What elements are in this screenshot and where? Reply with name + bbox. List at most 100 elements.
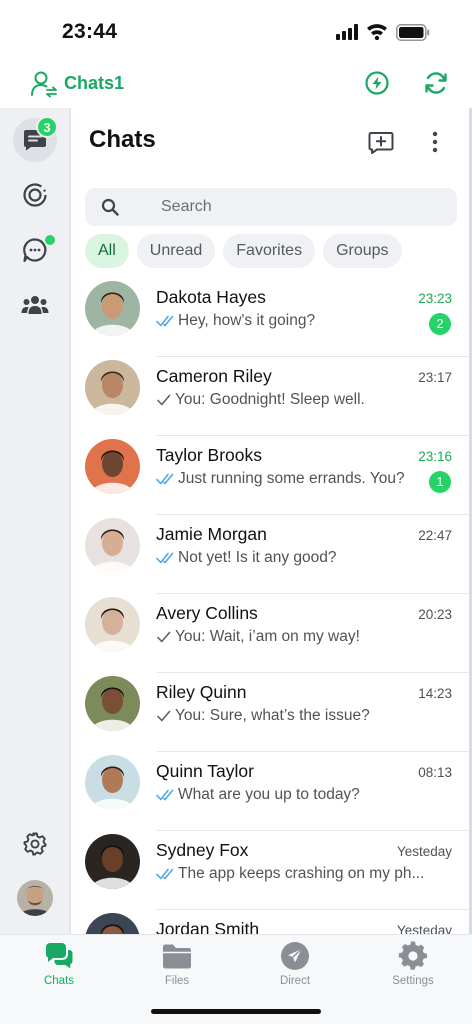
double-check-icon	[156, 473, 174, 485]
new-chat-icon[interactable]	[368, 130, 394, 154]
chats-icon	[46, 943, 73, 969]
tab-label: Settings	[392, 975, 434, 987]
avatar[interactable]	[85, 281, 140, 336]
double-check-icon	[156, 789, 174, 801]
unread-count-badge: 2	[429, 313, 451, 335]
chat-preview: Just running some errands. You?	[156, 470, 438, 488]
tab-label: Direct	[279, 975, 311, 987]
chat-preview: You: Sure, what’s the issue?	[156, 707, 438, 725]
unread-count-badge: 3	[36, 116, 58, 138]
chat-preview: Hey, how's it going?	[156, 312, 438, 330]
double-check-icon	[156, 868, 174, 880]
chat-timestamp: Yesteday	[396, 844, 452, 859]
chat-preview-text: Just running some errands. You?	[178, 470, 405, 487]
filter-chip-all[interactable]: All	[85, 234, 129, 268]
app-name[interactable]: Chats1	[64, 73, 124, 94]
chat-timestamp: 20:23	[418, 607, 452, 622]
tab-label: Chats	[43, 975, 75, 987]
search-bar[interactable]	[85, 188, 457, 226]
chat-timestamp: Yesteday	[396, 923, 452, 934]
chat-name: Sydney Fox	[156, 840, 249, 860]
profile-photo	[17, 880, 53, 916]
status-time: 23:44	[62, 20, 118, 43]
folder-icon	[163, 944, 191, 969]
page-title: Chats	[89, 126, 156, 153]
cellular-signal-icon	[336, 24, 360, 40]
sync-icon[interactable]	[423, 70, 449, 96]
chat-row[interactable]: Riley Quinn 14:23 You: Sure, what’s the is…	[72, 673, 469, 752]
avatar[interactable]	[85, 913, 140, 934]
chat-preview: The app keeps crashing on my ph...	[156, 865, 438, 883]
rail-item-settings[interactable]	[13, 822, 57, 866]
tab-chats[interactable]: Chats	[14, 941, 104, 997]
double-check-icon	[156, 315, 174, 327]
search-input[interactable]	[161, 188, 441, 226]
chat-preview-text: The app keeps crashing on my ph...	[178, 865, 425, 882]
avatar[interactable]	[85, 597, 140, 652]
gear-icon	[398, 941, 428, 970]
avatar[interactable]	[85, 834, 140, 889]
chat-preview-text: Hey, how's it going?	[178, 312, 316, 329]
communities-icon	[21, 296, 49, 314]
chat-name: Jamie Morgan	[156, 524, 267, 544]
check-icon	[157, 710, 171, 722]
chat-preview: What are you up to today?	[156, 786, 438, 804]
filter-chips: All Unread Favorites Groups	[85, 234, 402, 268]
chat-preview-text: You: Sure, what’s the issue?	[175, 707, 370, 724]
chat-preview-text: Not yet! Is it any good?	[178, 549, 337, 566]
chat-name: Jordan Smith	[156, 919, 260, 934]
chat-timestamp: 23:23	[418, 291, 452, 306]
avatar[interactable]	[85, 439, 140, 494]
chat-timestamp: 08:13	[418, 765, 452, 780]
chat-preview: Not yet! Is it any good?	[156, 549, 438, 567]
avatar[interactable]	[85, 360, 140, 415]
chat-row[interactable]: Quinn Taylor 08:13 What are you up to toda…	[72, 752, 469, 831]
status-icon	[23, 183, 47, 207]
check-icon	[157, 631, 171, 643]
avatar[interactable]	[85, 518, 140, 573]
chat-row[interactable]: Jamie Morgan 22:47 Not yet! Is it any good…	[72, 515, 469, 594]
chat-timestamp: 22:47	[418, 528, 452, 543]
tab-settings[interactable]: Settings	[368, 941, 458, 997]
check-icon	[157, 394, 171, 406]
battery-icon	[396, 24, 430, 41]
search-icon	[101, 198, 119, 216]
tab-direct[interactable]: Direct	[250, 941, 340, 997]
filter-chip-unread[interactable]: Unread	[136, 234, 216, 268]
chat-name: Riley Quinn	[156, 682, 247, 702]
filter-chip-groups[interactable]: Groups	[323, 234, 402, 268]
chat-preview: You: Goodnight! Sleep well.	[156, 391, 438, 409]
chat-row[interactable]: Sydney Fox Yesteday The app keeps crashing…	[72, 831, 469, 910]
chat-preview-text: You: Wait, i’am on my way!	[175, 628, 360, 645]
chat-name: Quinn Taylor	[156, 761, 254, 781]
filter-chip-favorites[interactable]: Favorites	[223, 234, 316, 268]
rail-item-communities[interactable]	[13, 283, 57, 327]
wifi-icon	[367, 24, 387, 40]
chat-name: Avery Collins	[156, 603, 258, 623]
chat-row[interactable]: Avery Collins 20:23 You: Wait, i’am on my …	[72, 594, 469, 673]
gear-icon	[23, 832, 47, 856]
chat-timestamp: 23:16	[418, 449, 452, 464]
send-icon	[281, 942, 309, 970]
chat-row[interactable]: Dakota Hayes 23:23 Hey, how's it going? 2	[72, 278, 469, 357]
chat-preview: You: Wait, i’am on my way!	[156, 628, 438, 646]
chat-preview-text: What are you up to today?	[178, 786, 360, 803]
chat-row[interactable]: Taylor Brooks 23:16 Just running some erra…	[72, 436, 469, 515]
chat-row[interactable]: Jordan Smith Yesteday	[72, 910, 469, 934]
profile-avatar[interactable]	[17, 880, 53, 916]
chat-name: Cameron Riley	[156, 366, 272, 386]
chat-row[interactable]: Cameron Riley 23:17 You: Goodnight! Sleep …	[72, 357, 469, 436]
home-indicator	[151, 1009, 321, 1014]
rail-item-status[interactable]	[13, 173, 57, 217]
tab-files[interactable]: Files	[132, 941, 222, 997]
status-bar: 23:44	[0, 0, 472, 60]
avatar[interactable]	[85, 676, 140, 731]
side-rail: 3	[0, 108, 71, 934]
chat-name: Taylor Brooks	[156, 445, 263, 465]
avatar[interactable]	[85, 755, 140, 810]
switch-account-icon[interactable]	[30, 70, 58, 98]
chat-list: Dakota Hayes 23:23 Hey, how's it going? 2 Ca…	[72, 278, 469, 934]
tab-label: Files	[164, 975, 190, 987]
more-options-icon[interactable]	[430, 130, 440, 154]
bolt-icon[interactable]	[364, 70, 390, 96]
